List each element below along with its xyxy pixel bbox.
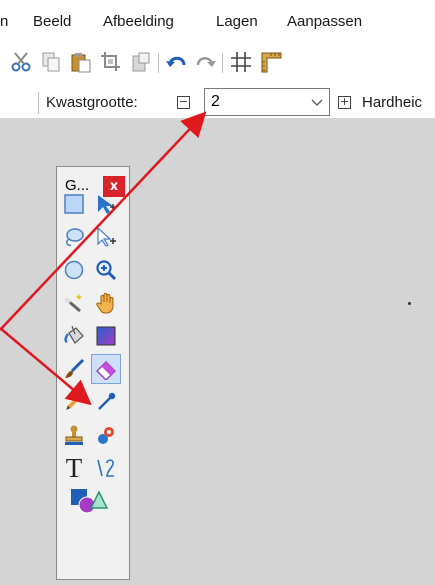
tools-window: G... x T <box>56 166 130 580</box>
paintbrush-icon <box>65 358 85 378</box>
ellipse-select-icon <box>64 260 84 280</box>
recolor-icon <box>98 427 114 444</box>
grid-button[interactable] <box>228 48 254 76</box>
text-tool-icon: T <box>65 452 83 483</box>
menu-item-image[interactable]: Afbeelding <box>103 13 174 30</box>
gradient-tool[interactable] <box>91 321 121 351</box>
menu-item-image-cut[interactable]: n <box>0 13 8 30</box>
eyedropper-icon <box>98 392 116 410</box>
move-selection-icon <box>98 195 116 214</box>
paintbrush-tool[interactable] <box>59 354 89 384</box>
pencil-tool[interactable] <box>59 387 89 417</box>
grid-icon <box>231 52 251 72</box>
canvas-pixel <box>408 302 411 305</box>
options-separator <box>38 92 39 114</box>
clone-stamp-icon <box>65 425 83 445</box>
paint-bucket-tool[interactable] <box>59 321 89 351</box>
undo-button[interactable] <box>164 48 190 76</box>
redo-button[interactable] <box>192 48 218 76</box>
copy-button[interactable] <box>38 48 64 76</box>
crop-button[interactable] <box>98 48 124 76</box>
gradient-icon <box>96 326 116 346</box>
toolbar-separator <box>222 53 223 73</box>
clone-stamp-tool[interactable] <box>59 420 89 450</box>
recolor-tool[interactable] <box>91 420 121 450</box>
zoom-tool[interactable] <box>91 255 121 285</box>
shapes-icon <box>71 489 109 514</box>
hand-icon <box>96 293 114 314</box>
ruler-button[interactable] <box>258 48 284 76</box>
menu-item-layers[interactable]: Lagen <box>216 13 258 30</box>
redo-icon <box>196 57 216 67</box>
move-selected-tool[interactable] <box>91 222 121 252</box>
magic-wand-tool[interactable] <box>59 288 89 318</box>
ruler-icon <box>261 52 282 73</box>
brush-size-combobox[interactable]: 2 <box>204 88 330 116</box>
lasso-icon <box>66 228 84 246</box>
toolbar <box>0 40 435 86</box>
brush-size-label: Kwastgrootte: <box>46 94 138 111</box>
magic-wand-icon <box>65 294 82 313</box>
brush-size-decrease-button[interactable]: − <box>177 96 190 109</box>
paint-bucket-icon <box>64 325 84 344</box>
brush-size-increase-button[interactable]: + <box>338 96 351 109</box>
color-picker-tool[interactable] <box>91 387 121 417</box>
lasso-select-tool[interactable] <box>59 222 89 252</box>
eraser-tool[interactable] <box>91 354 121 384</box>
pan-tool[interactable] <box>91 288 121 318</box>
paste-new-icon <box>132 52 150 72</box>
toolbar-separator <box>158 53 159 73</box>
move-selected-icon <box>97 226 116 247</box>
cut-button[interactable] <box>8 48 34 76</box>
ellipse-select-tool[interactable] <box>59 255 89 285</box>
pencil-icon <box>66 392 84 410</box>
shapes-tool[interactable] <box>61 485 119 515</box>
paste-icon <box>71 53 91 73</box>
hardness-label: Hardheic <box>362 94 423 111</box>
line-curve-tool[interactable] <box>91 453 121 483</box>
brush-size-value[interactable]: 2 <box>211 93 220 111</box>
menu-bar: n Beeld Afbeelding Lagen Aanpassen <box>0 0 435 40</box>
tool-options-bar: Kwastgrootte: − 2 + Hardheic <box>0 86 435 118</box>
eraser-icon <box>96 361 116 380</box>
zoom-icon <box>96 260 117 281</box>
menu-item-view[interactable]: Beeld <box>33 13 71 30</box>
cut-icon <box>11 52 31 72</box>
rectangle-select-tool[interactable] <box>59 189 89 219</box>
menu-item-adjustments[interactable]: Aanpassen <box>287 13 362 30</box>
chevron-down-icon[interactable] <box>311 96 323 108</box>
move-selection-tool[interactable] <box>91 189 121 219</box>
paste-button[interactable] <box>68 48 94 76</box>
undo-icon <box>166 56 186 67</box>
paste-into-new-button[interactable] <box>128 48 154 76</box>
crop-icon <box>101 52 120 71</box>
copy-icon <box>42 52 60 72</box>
rectangle-select-icon <box>64 194 84 214</box>
line-curve-icon <box>97 459 114 477</box>
text-tool[interactable]: T <box>59 453 89 483</box>
